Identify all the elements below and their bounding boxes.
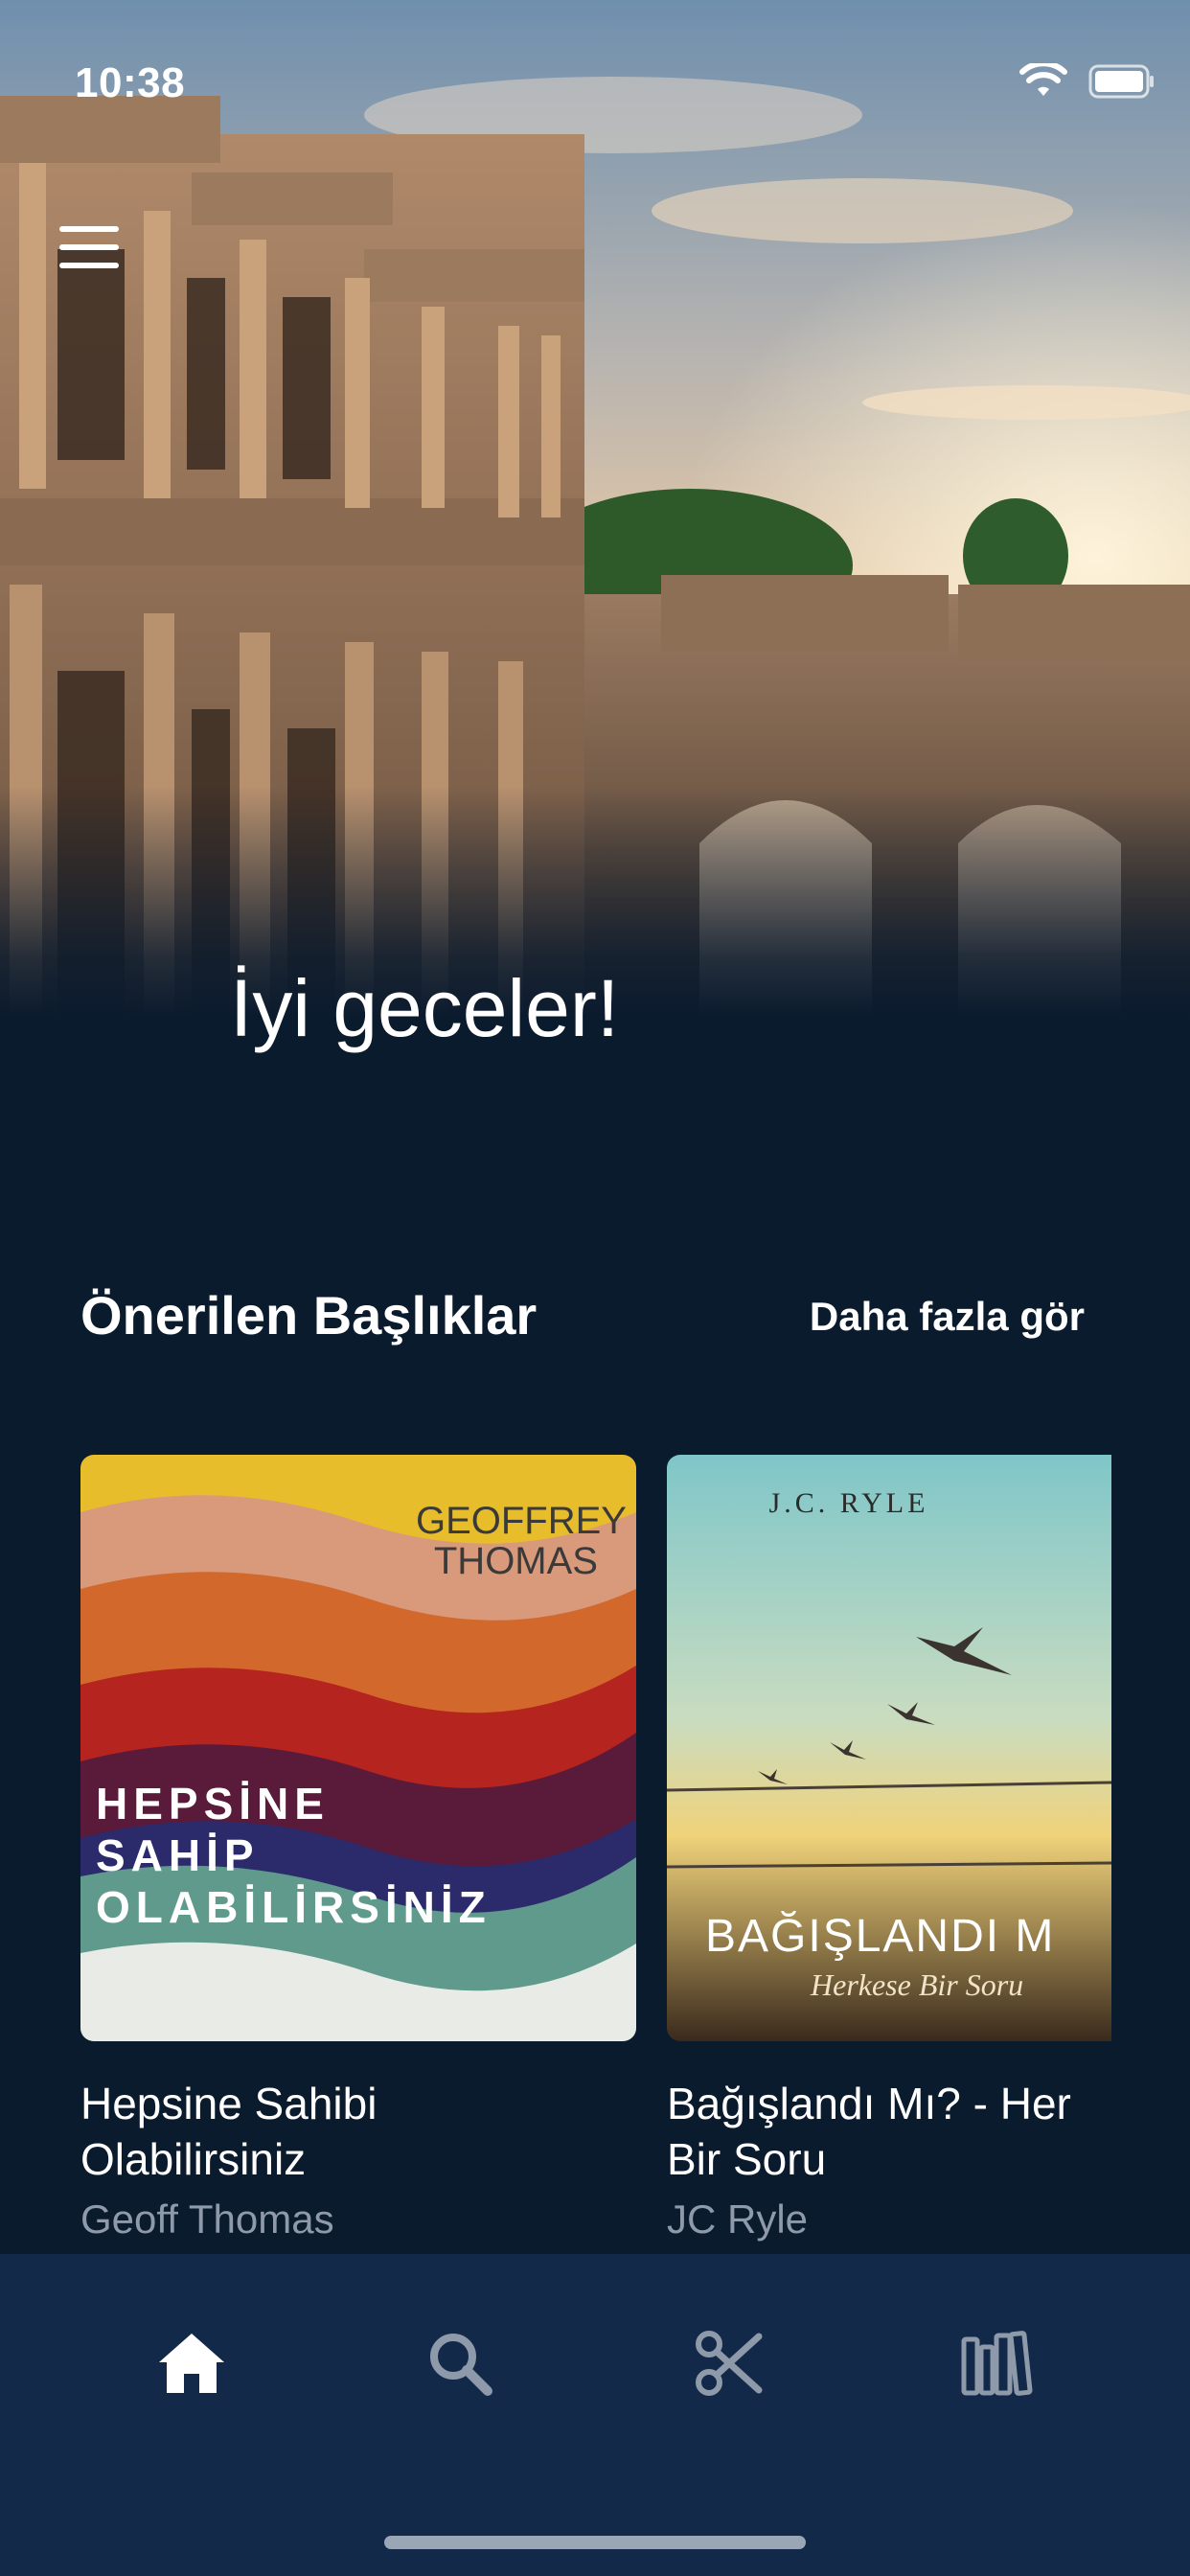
wifi-icon — [1019, 63, 1067, 96]
book-author: JC Ryle — [667, 2196, 809, 2242]
cover-art-waves: GEOFFREY THOMAS HEPSİNE SAHİP OLABİLİRSİ… — [80, 1455, 636, 2041]
cover-title-1: HEPSİNE — [96, 1779, 330, 1828]
nav-library[interactable] — [958, 2325, 1035, 2402]
menu-icon[interactable] — [59, 226, 119, 268]
book-author: Geoff Thomas — [80, 2196, 334, 2242]
scissors-icon — [696, 2331, 763, 2396]
cover-title-3: OLABİLİRSİNİZ — [96, 1882, 492, 1932]
cover-author-1: GEOFFREY — [416, 1500, 627, 1542]
hero-image — [0, 0, 1190, 1016]
library-icon — [961, 2331, 1033, 2396]
recommended-carousel[interactable]: GEOFFREY THOMAS HEPSİNE SAHİP OLABİLİRSİ… — [80, 1455, 1111, 2250]
hero-fade-overlay — [0, 0, 1190, 1016]
nav-clips[interactable] — [690, 2325, 767, 2402]
cover-art-birds: J.C. RYLE BAĞIŞLANDI M Herkese Bir Soru — [667, 1455, 1111, 2041]
battery-icon — [1088, 64, 1154, 99]
book-title-line2: Olabilirsiniz — [80, 2134, 307, 2184]
see-more-link[interactable]: Daha fazla gör — [810, 1294, 1085, 1340]
status-time: 10:38 — [75, 59, 186, 106]
nav-home[interactable] — [153, 2325, 230, 2402]
book-card[interactable]: GEOFFREY THOMAS HEPSİNE SAHİP OLABİLİRSİ… — [80, 1455, 636, 2242]
search-icon — [430, 2334, 492, 2396]
cover-title-2: SAHİP — [96, 1830, 260, 1880]
book-title[interactable]: Hepsine Sahibi Olabilirsiniz — [80, 2076, 636, 2187]
book-cover[interactable]: GEOFFREY THOMAS HEPSİNE SAHİP OLABİLİRSİ… — [80, 1455, 636, 2041]
cover-subtitle: Herkese Bir Soru — [810, 1967, 1023, 2002]
book-title-line2: Bir Soru — [667, 2134, 827, 2184]
cover-author-2: THOMAS — [434, 1540, 598, 1582]
book-card[interactable]: J.C. RYLE BAĞIŞLANDI M Herkese Bir Soru … — [667, 1455, 1111, 2242]
book-cover[interactable]: J.C. RYLE BAĞIŞLANDI M Herkese Bir Soru — [667, 1455, 1111, 2041]
bottom-navigation — [0, 2254, 1190, 2576]
greeting-text: İyi geceler! — [230, 963, 620, 1053]
book-title[interactable]: Bağışlandı Mı? - Her Bir Soru — [667, 2076, 1111, 2187]
nav-search[interactable] — [422, 2325, 498, 2402]
home-indicator — [384, 2536, 806, 2549]
status-icons — [1019, 63, 1156, 100]
home-icon — [159, 2334, 224, 2393]
book-title-line1: Bağışlandı Mı? - Her — [667, 2079, 1071, 2128]
cover-title: BAĞIŞLANDI M — [705, 1910, 1055, 1962]
cover-author: J.C. RYLE — [769, 1487, 929, 1519]
book-title-line1: Hepsine Sahibi — [80, 2079, 378, 2128]
section-title: Önerilen Başlıklar — [80, 1285, 538, 1346]
